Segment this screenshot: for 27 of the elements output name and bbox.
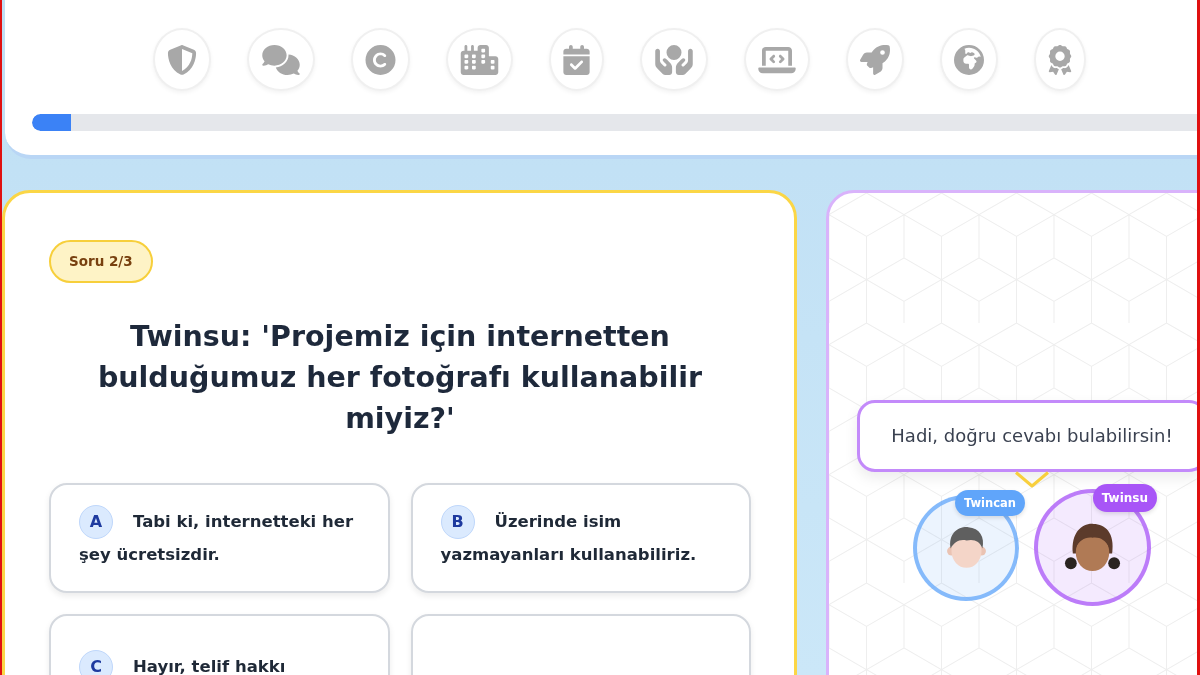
shield-icon <box>167 44 197 75</box>
question-counter: Soru 2/3 <box>49 240 153 283</box>
step-button[interactable] <box>1034 28 1086 91</box>
laptop-code-icon <box>758 44 796 75</box>
award-icon <box>1048 44 1072 75</box>
speech-tail-icon <box>1014 471 1050 488</box>
name-tag: Twinsu <box>1092 484 1157 512</box>
chat-bubbles-icon <box>261 44 301 75</box>
option-letter: C <box>79 649 113 675</box>
answer-option[interactable]: C Hayır, telif hakkı <box>49 614 390 675</box>
step-button[interactable] <box>940 28 998 91</box>
step-button[interactable] <box>153 28 211 91</box>
question-text: Twinsu: 'Projemiz için internetten bulduğumuz her fotoğrafı kullanabilir miyiz?' <box>96 319 704 437</box>
rocket-icon <box>860 44 890 75</box>
step-button[interactable] <box>549 28 604 91</box>
buildings-icon <box>460 44 499 75</box>
globe-icon <box>954 44 984 75</box>
option-letter: A <box>79 505 113 539</box>
speech-bubble: Hadi, doğru cevabı bulabilirsin! <box>857 400 1200 472</box>
answer-option[interactable]: A Tabi ki, internetteki her şey ücretsizdir. <box>49 483 390 593</box>
copyright-icon <box>365 44 396 75</box>
step-button[interactable] <box>744 28 810 91</box>
option-letter: B <box>440 505 475 539</box>
step-button[interactable] <box>846 28 904 91</box>
calendar-check-icon <box>563 44 590 75</box>
name-tag: Twincan <box>954 489 1025 516</box>
answer-option[interactable]: B Üzerinde isim yazmayanları kullanabiliriz. <box>410 483 751 593</box>
